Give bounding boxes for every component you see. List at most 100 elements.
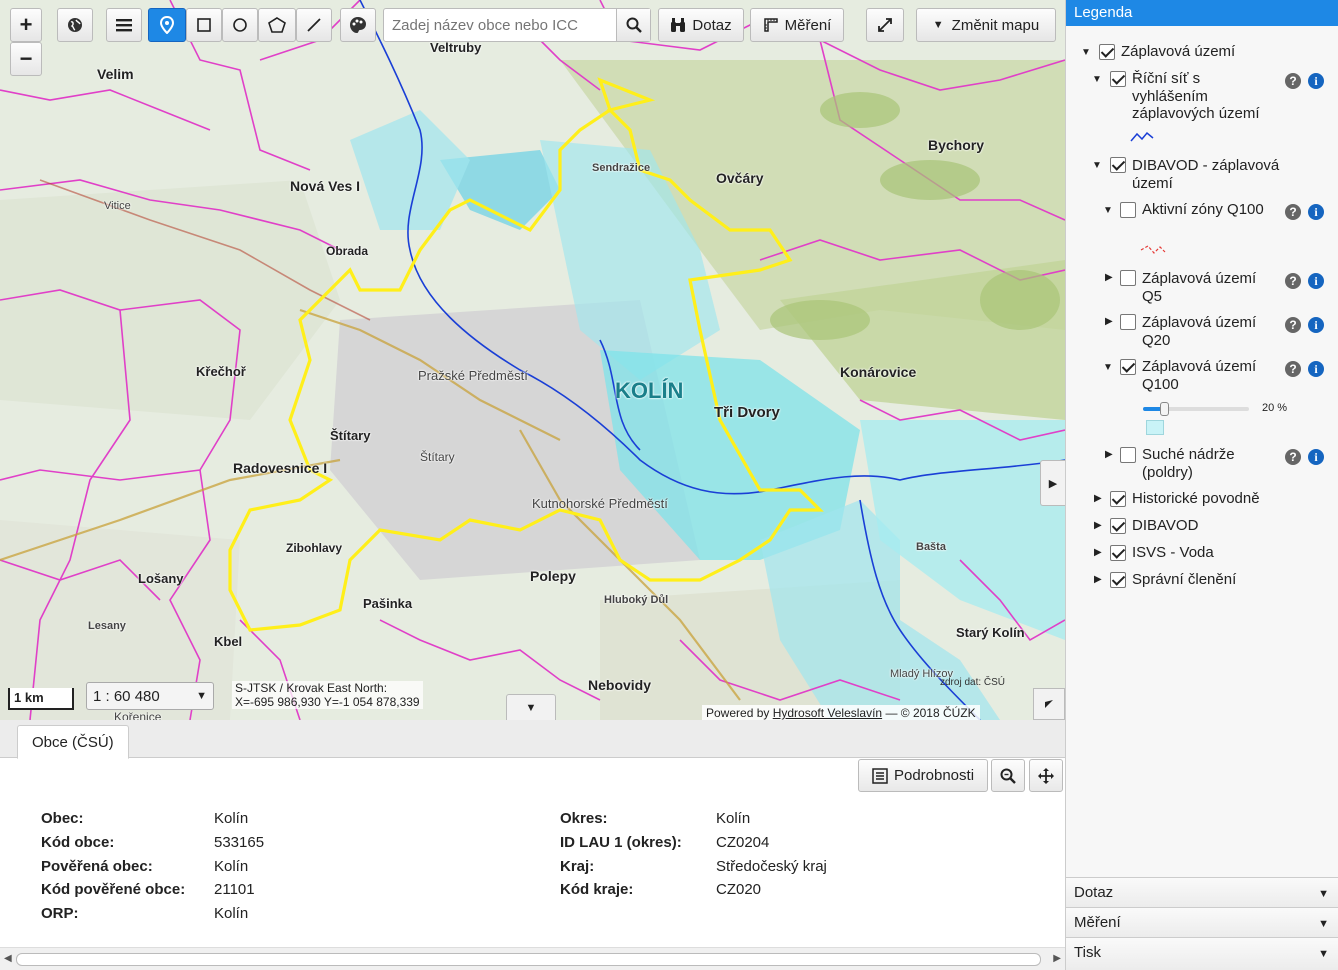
info-value: 21101 bbox=[214, 881, 255, 899]
map-label: Kbel bbox=[214, 634, 243, 649]
layer-checkbox[interactable] bbox=[1110, 71, 1126, 87]
collapse-icon[interactable]: ▼ bbox=[1092, 74, 1102, 85]
info-row: Okres: Kolín bbox=[560, 807, 827, 831]
opacity-slider-handle[interactable] bbox=[1160, 402, 1170, 416]
search-input[interactable] bbox=[384, 9, 616, 41]
expand-icon[interactable]: ▶ bbox=[1105, 449, 1113, 460]
rectangle-tool-icon bbox=[197, 18, 211, 32]
circle-tool-button[interactable] bbox=[222, 8, 258, 42]
help-icon[interactable]: ? bbox=[1285, 317, 1301, 333]
info-icon[interactable]: i bbox=[1308, 73, 1324, 89]
collapse-icon[interactable]: ▼ bbox=[1092, 160, 1102, 171]
scroll-left-icon[interactable]: ◀ bbox=[4, 953, 12, 964]
help-icon[interactable]: ? bbox=[1285, 73, 1301, 89]
collapse-icon[interactable]: ▼ bbox=[1103, 205, 1113, 216]
info-key: ID LAU 1 (okres): bbox=[560, 833, 682, 851]
zoom-magnifier-icon bbox=[1000, 768, 1016, 784]
horizontal-scrollbar[interactable]: ◀ ▶ bbox=[0, 947, 1065, 970]
river-line-symbol-icon bbox=[1130, 131, 1154, 142]
expand-icon[interactable]: ▶ bbox=[1094, 547, 1102, 558]
legend-item-historicke-povodne: Historické povodně bbox=[1132, 490, 1260, 507]
dotaz-label: Dotaz bbox=[692, 16, 732, 34]
info-icon[interactable]: i bbox=[1308, 273, 1324, 289]
info-icon[interactable]: i bbox=[1308, 204, 1324, 220]
map-label: Hluboký Důl bbox=[604, 594, 669, 606]
expand-legend-button[interactable]: ▶ bbox=[1040, 460, 1065, 506]
accordion-mereni[interactable]: Měření ▼ bbox=[1066, 907, 1338, 937]
layer-checkbox[interactable] bbox=[1120, 447, 1136, 463]
details-list-icon bbox=[872, 767, 888, 784]
attribution-link[interactable]: Hydrosoft Veleslavín bbox=[773, 706, 882, 720]
help-icon[interactable]: ? bbox=[1285, 273, 1301, 289]
rectangle-tool-button[interactable] bbox=[186, 8, 222, 42]
legend-item-zaplavova-uzemi: Záplavová území bbox=[1121, 43, 1236, 60]
accordion-tisk[interactable]: Tisk ▼ bbox=[1066, 937, 1338, 970]
data-source-note: zdroj dat: ČSÚ bbox=[940, 677, 1006, 688]
opacity-slider-track[interactable] bbox=[1143, 402, 1249, 416]
map-label: Zibohlavy bbox=[286, 541, 343, 555]
line-tool-button[interactable] bbox=[296, 8, 332, 42]
resize-corner-button[interactable] bbox=[1033, 688, 1065, 720]
help-icon[interactable]: ? bbox=[1285, 361, 1301, 377]
zoom-out-button[interactable]: − bbox=[10, 42, 42, 76]
polygon-tool-icon bbox=[268, 17, 286, 33]
collapse-icon[interactable]: ▼ bbox=[1081, 47, 1091, 58]
pan-to-feature-button[interactable] bbox=[1029, 759, 1063, 792]
map-label: Pražské Předměstí bbox=[418, 368, 528, 383]
legend-panel: Legenda ▼ Záplavová území ▼ Říční síť s … bbox=[1065, 0, 1338, 970]
palette-button[interactable] bbox=[340, 8, 376, 42]
info-icon[interactable]: i bbox=[1308, 361, 1324, 377]
help-icon[interactable]: ? bbox=[1285, 204, 1301, 220]
info-key: Kód pověřené obce: bbox=[41, 881, 186, 899]
expand-bottom-panel-button[interactable]: ▼ bbox=[506, 694, 556, 720]
map-label: Sendražice bbox=[592, 162, 651, 174]
map-view[interactable]: Velim Veltruby Nová Ves I Ovčáry Bychory… bbox=[0, 0, 1065, 720]
expand-icon[interactable]: ▶ bbox=[1094, 493, 1102, 504]
search-button[interactable] bbox=[616, 9, 650, 41]
layer-checkbox[interactable] bbox=[1110, 518, 1126, 534]
flood-q100-swatch bbox=[1146, 420, 1164, 435]
zoom-in-button[interactable]: + bbox=[10, 8, 42, 42]
expand-icon[interactable]: ▶ bbox=[1105, 316, 1113, 327]
info-icon[interactable]: i bbox=[1308, 317, 1324, 333]
info-value: 533165 bbox=[214, 833, 265, 851]
accordion-dotaz[interactable]: Dotaz ▼ bbox=[1066, 877, 1338, 907]
menu-button[interactable] bbox=[106, 8, 142, 42]
layer-checkbox[interactable] bbox=[1120, 202, 1136, 218]
help-icon[interactable]: ? bbox=[1285, 449, 1301, 465]
point-tool-button[interactable] bbox=[148, 8, 186, 42]
collapse-icon[interactable]: ▼ bbox=[1103, 362, 1113, 373]
polygon-tool-button[interactable] bbox=[258, 8, 296, 42]
tab-obce[interactable]: Obce (ČSÚ) bbox=[17, 725, 129, 759]
scale-select[interactable]: 1 : 60 480 ▼ bbox=[86, 682, 214, 710]
layer-checkbox[interactable] bbox=[1120, 314, 1136, 330]
dotaz-button[interactable]: Dotaz bbox=[658, 8, 744, 42]
layer-checkbox[interactable] bbox=[1099, 44, 1115, 60]
map-label: Radovesnice I bbox=[233, 460, 328, 476]
info-icon[interactable]: i bbox=[1308, 449, 1324, 465]
zmenit-mapu-button[interactable]: ▼ Změnit mapu bbox=[916, 8, 1056, 42]
expand-icon[interactable]: ▶ bbox=[1105, 272, 1113, 283]
coordinates-readout: S-JTSK / Krovak East North: X=-695 986,9… bbox=[232, 681, 423, 709]
active-zone-symbol-icon bbox=[1140, 245, 1166, 254]
scroll-right-icon[interactable]: ▶ bbox=[1053, 953, 1061, 964]
layer-checkbox[interactable] bbox=[1110, 545, 1126, 561]
mereni-button[interactable]: Měření bbox=[750, 8, 844, 42]
zoom-to-feature-button[interactable] bbox=[991, 759, 1025, 792]
info-key: ORP: bbox=[41, 905, 79, 923]
globe-button[interactable] bbox=[57, 8, 93, 42]
podrobnosti-button[interactable]: Podrobnosti bbox=[858, 759, 988, 792]
chevron-down-icon: ▼ bbox=[1318, 918, 1329, 930]
scrollbar-thumb[interactable] bbox=[16, 953, 1041, 966]
layer-checkbox[interactable] bbox=[1120, 359, 1136, 375]
layer-checkbox[interactable] bbox=[1120, 270, 1136, 286]
expand-icon[interactable]: ▶ bbox=[1094, 520, 1102, 531]
layer-checkbox[interactable] bbox=[1110, 572, 1126, 588]
layer-checkbox[interactable] bbox=[1110, 491, 1126, 507]
map-label: Lošany bbox=[138, 571, 184, 586]
layer-checkbox[interactable] bbox=[1110, 157, 1126, 173]
fullscreen-button[interactable] bbox=[866, 8, 904, 42]
coords-projection: S-JTSK / Krovak East North: bbox=[235, 681, 388, 695]
map-label: Bašta bbox=[916, 541, 946, 553]
expand-icon[interactable]: ▶ bbox=[1094, 574, 1102, 585]
